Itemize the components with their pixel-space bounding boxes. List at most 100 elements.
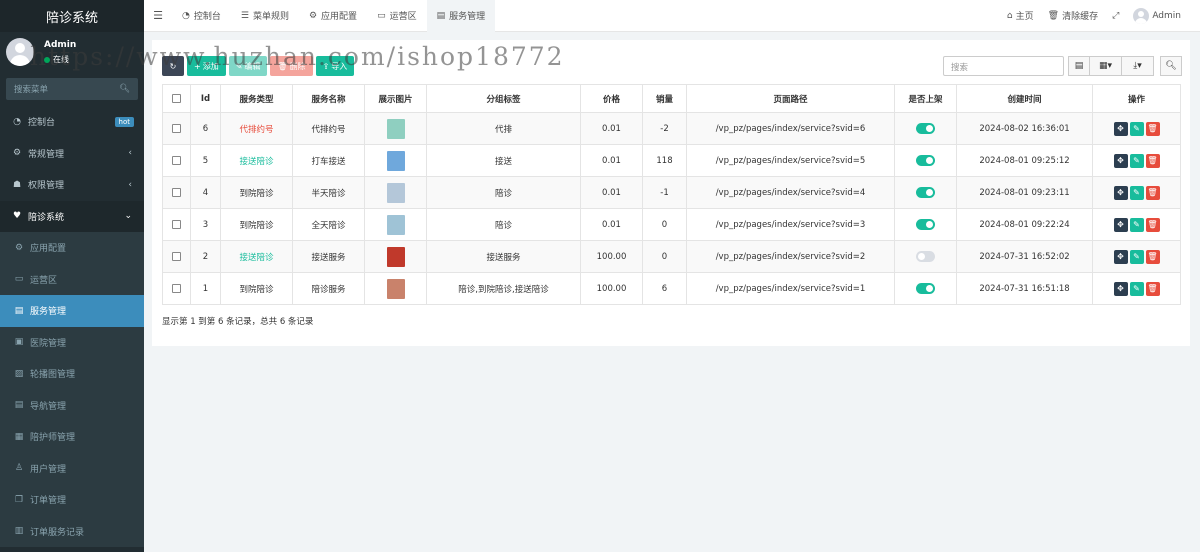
clear-cache-label: 清除缓存 bbox=[1062, 12, 1099, 22]
toggle-view-button[interactable]: ▤ bbox=[1068, 56, 1090, 76]
tab-dashboard[interactable]: ◔ 控制台 bbox=[172, 0, 231, 32]
column-header[interactable]: 展示图片 bbox=[364, 84, 427, 113]
sidebar-item-dashboard[interactable]: ◔ 控制台 hot bbox=[0, 106, 144, 138]
sidebar-item-carousel[interactable]: ▨ 轮播图管理 bbox=[0, 358, 144, 390]
row-checkbox[interactable] bbox=[172, 187, 181, 197]
row-delete-button[interactable]: 🗑︎ bbox=[1145, 121, 1160, 136]
sidebar-item-hospital[interactable]: ▣ 医院管理 bbox=[0, 326, 144, 358]
sidebar-item-users[interactable]: ♙ 用户管理 bbox=[0, 452, 144, 484]
drag-sort-button[interactable]: ✥ bbox=[1113, 281, 1128, 296]
listed-toggle[interactable] bbox=[916, 251, 935, 262]
row-select-cell[interactable] bbox=[162, 112, 191, 145]
cell-price: 0.01 bbox=[580, 176, 643, 209]
row-delete-button[interactable]: 🗑︎ bbox=[1145, 185, 1160, 200]
sidebar-item-operations[interactable]: ▭ 运营区 bbox=[0, 263, 144, 295]
row-delete-button[interactable]: 🗑︎ bbox=[1145, 249, 1160, 264]
column-header[interactable]: 页面路径 bbox=[686, 84, 895, 113]
row-delete-button[interactable]: 🗑︎ bbox=[1145, 217, 1160, 232]
sidebar-item-navigation[interactable]: ▤ 导航管理 bbox=[0, 389, 144, 421]
column-header[interactable]: 是否上架 bbox=[894, 84, 957, 113]
table-row[interactable]: 2 接送陪诊 接送服务 接送服务 100.00 0/vp_pz/pages/index/s… bbox=[162, 240, 1181, 273]
row-checkbox[interactable] bbox=[172, 283, 181, 293]
home-link[interactable]: ⌂ 主页 bbox=[1000, 9, 1041, 23]
listed-toggle[interactable] bbox=[916, 187, 935, 198]
checkbox[interactable] bbox=[172, 93, 181, 103]
listed-toggle[interactable] bbox=[916, 123, 935, 134]
row-delete-button[interactable]: 🗑︎ bbox=[1145, 153, 1160, 168]
fullscreen-icon[interactable]: ⤢ bbox=[1105, 11, 1126, 21]
advanced-search-button[interactable]: 🔍︎ bbox=[1160, 56, 1182, 76]
sidebar-item-service-management[interactable]: ▤ 服务管理 bbox=[0, 295, 144, 327]
select-all-checkbox[interactable] bbox=[162, 84, 191, 113]
tab-operations[interactable]: ▭ 运营区 bbox=[367, 0, 427, 32]
sidebar-item-orders[interactable]: ❐ 订单管理 bbox=[0, 484, 144, 516]
refresh-button[interactable]: ↻ bbox=[162, 56, 184, 76]
edit-button[interactable]: ✎ 编辑 bbox=[228, 56, 268, 76]
tab-menu-rules[interactable]: ☰ 菜单规则 bbox=[231, 0, 299, 32]
table-row[interactable]: 3 到院陪诊 全天陪诊 陪诊 0.01 0/vp_pz/pages/index/servi… bbox=[162, 208, 1181, 241]
table-row[interactable]: 6 代排约号 代排约号 代排 0.01 -2/vp_pz/pages/index/serv… bbox=[162, 112, 1181, 145]
sidebar-item-auth[interactable]: ☗ 权限管理 ‹ bbox=[0, 169, 144, 201]
tab-service-management[interactable]: ▤ 服务管理 bbox=[426, 0, 496, 32]
service-thumbnail[interactable] bbox=[386, 182, 405, 203]
user-status-text: 在线 bbox=[53, 55, 69, 64]
row-checkbox[interactable] bbox=[172, 123, 181, 133]
listed-toggle[interactable] bbox=[916, 219, 935, 230]
row-edit-button[interactable]: ✎ bbox=[1129, 121, 1144, 136]
export-button[interactable]: ⤓▾ bbox=[1122, 56, 1154, 76]
table-row[interactable]: 5 接送陪诊 打车接送 接送 0.01 118/vp_pz/pages/index/ser… bbox=[162, 144, 1181, 177]
brand-title[interactable]: 陪诊系统 bbox=[0, 0, 144, 32]
row-edit-button[interactable]: ✎ bbox=[1129, 249, 1144, 264]
drag-sort-button[interactable]: ✥ bbox=[1113, 249, 1128, 264]
sidebar-item-order-service-records[interactable]: ▥ 订单服务记录 bbox=[0, 515, 144, 547]
table-row[interactable]: 4 到院陪诊 半天陪诊 陪诊 0.01 -1/vp_pz/pages/index/serv… bbox=[162, 176, 1181, 209]
table-search-input[interactable]: 搜索 bbox=[943, 56, 1064, 76]
row-delete-button[interactable]: 🗑︎ bbox=[1145, 281, 1160, 296]
column-header[interactable]: 服务名称 bbox=[292, 84, 365, 113]
row-checkbox[interactable] bbox=[172, 251, 181, 261]
row-select-cell[interactable] bbox=[162, 208, 191, 241]
add-button[interactable]: + 添加 bbox=[187, 56, 226, 76]
sidebar-item-escort-system[interactable]: ♥ 陪诊系统 ⌄ bbox=[0, 200, 144, 232]
row-edit-button[interactable]: ✎ bbox=[1129, 217, 1144, 232]
row-edit-button[interactable]: ✎ bbox=[1129, 185, 1144, 200]
drag-sort-button[interactable]: ✥ bbox=[1113, 217, 1128, 232]
columns-button[interactable]: ▦▾ bbox=[1090, 56, 1122, 76]
row-checkbox[interactable] bbox=[172, 155, 181, 165]
drag-sort-button[interactable]: ✥ bbox=[1113, 121, 1128, 136]
row-select-cell[interactable] bbox=[162, 144, 191, 177]
column-header[interactable]: 服务类型 bbox=[220, 84, 293, 113]
row-edit-button[interactable]: ✎ bbox=[1129, 281, 1144, 296]
drag-sort-button[interactable]: ✥ bbox=[1113, 153, 1128, 168]
clear-cache-button[interactable]: 🗑︎ 清除缓存 bbox=[1041, 9, 1105, 23]
listed-toggle[interactable] bbox=[916, 283, 935, 294]
service-thumbnail[interactable] bbox=[386, 214, 405, 235]
tab-app-config[interactable]: ⚙ 应用配置 bbox=[299, 0, 367, 32]
table-row[interactable]: 1 到院陪诊 陪诊服务 陪诊,到院陪诊,接送陪诊 100.00 6/vp_pz/pages… bbox=[162, 272, 1181, 305]
sidebar-item-general[interactable]: ⚙ 常规管理 ‹ bbox=[0, 138, 144, 170]
service-thumbnail[interactable] bbox=[386, 118, 405, 139]
row-select-cell[interactable] bbox=[162, 240, 191, 273]
column-header[interactable]: 分组标签 bbox=[426, 84, 581, 113]
listed-toggle[interactable] bbox=[916, 155, 935, 166]
column-header[interactable]: 价格 bbox=[580, 84, 643, 113]
drag-sort-button[interactable]: ✥ bbox=[1113, 185, 1128, 200]
import-button[interactable]: ⇪ 导入 bbox=[315, 56, 355, 76]
service-thumbnail[interactable] bbox=[386, 246, 405, 267]
column-header[interactable]: Id bbox=[190, 84, 221, 113]
row-checkbox[interactable] bbox=[172, 219, 181, 229]
service-thumbnail[interactable] bbox=[386, 278, 405, 299]
service-thumbnail[interactable] bbox=[386, 150, 405, 171]
delete-button[interactable]: 🗑︎ 删除 bbox=[270, 56, 313, 76]
admin-menu[interactable]: Admin bbox=[1126, 7, 1188, 24]
row-select-cell[interactable] bbox=[162, 272, 191, 305]
column-header[interactable]: 销量 bbox=[642, 84, 687, 113]
column-header[interactable]: 创建时间 bbox=[956, 84, 1093, 113]
search-icon[interactable]: 🔍︎ bbox=[119, 84, 130, 94]
sidebar-search-input[interactable]: 搜索菜单 🔍︎ bbox=[6, 78, 138, 100]
sidebar-item-app-config[interactable]: ⚙ 应用配置 bbox=[0, 232, 144, 264]
menu-toggle-icon[interactable]: ☰ bbox=[144, 9, 172, 22]
row-edit-button[interactable]: ✎ bbox=[1129, 153, 1144, 168]
row-select-cell[interactable] bbox=[162, 176, 191, 209]
sidebar-item-escort-staff[interactable]: ▦ 陪护师管理 bbox=[0, 421, 144, 453]
